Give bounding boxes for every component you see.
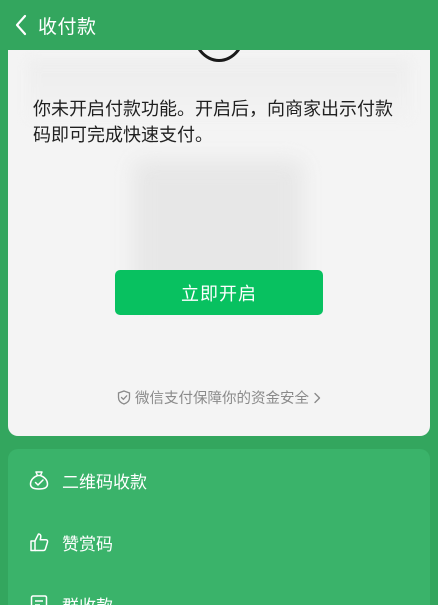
back-button[interactable] xyxy=(4,0,38,50)
menu-item-appreciation-code[interactable]: 赞赏码 xyxy=(8,511,430,573)
payment-menu: 二维码收款 赞赏码 群收款 xyxy=(8,449,430,605)
menu-item-qr-receive[interactable]: 二维码收款 xyxy=(8,449,430,511)
group-receipt-icon xyxy=(30,595,48,605)
enable-payment-button[interactable]: 立即开启 xyxy=(115,270,323,315)
chevron-right-icon xyxy=(314,392,321,403)
menu-item-label: 二维码收款 xyxy=(62,472,147,493)
payment-card: 你未开启付款功能。开启后，向商家出示付款码即可完成快速支付。 立即开启 微信支付… xyxy=(8,50,430,436)
payment-disabled-notice: 你未开启付款功能。开启后，向商家出示付款码即可完成快速支付。 xyxy=(33,99,393,146)
thumbs-up-icon xyxy=(30,533,49,552)
menu-item-label: 群收款 xyxy=(62,592,113,605)
header-bar: 收付款 xyxy=(0,0,438,50)
shield-check-icon xyxy=(117,390,131,405)
security-link[interactable]: 微信支付保障你的资金安全 xyxy=(8,387,430,408)
page-title: 收付款 xyxy=(38,15,97,38)
menu-item-group-receipt[interactable]: 群收款 xyxy=(8,573,430,605)
money-bag-icon xyxy=(29,471,49,490)
menu-item-label: 赞赏码 xyxy=(62,534,113,555)
chevron-left-icon xyxy=(15,14,27,36)
security-text: 微信支付保障你的资金安全 xyxy=(135,391,309,407)
